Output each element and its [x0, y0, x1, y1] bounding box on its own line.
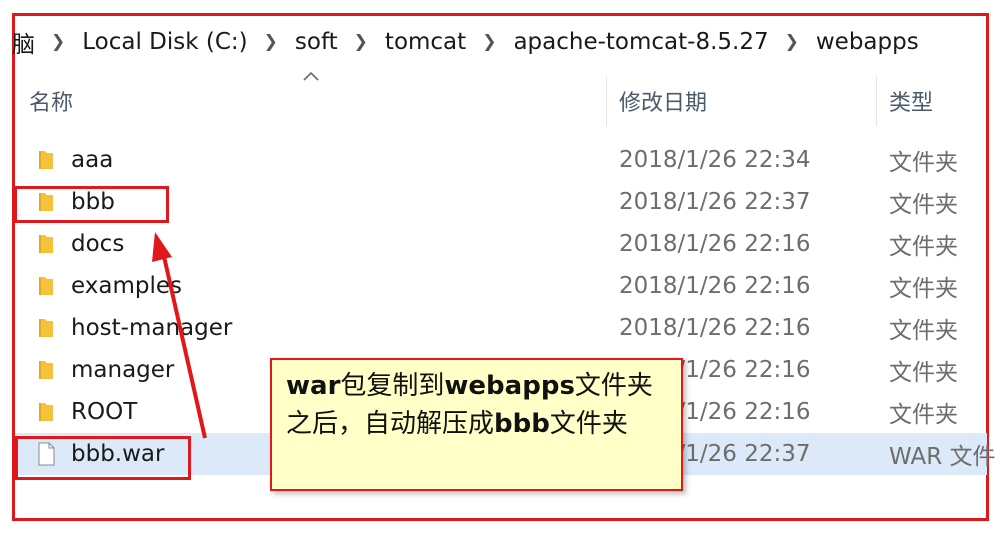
breadcrumb-item-tomcat[interactable]: tomcat	[383, 29, 468, 55]
breadcrumb: 脑 ❯ Local Disk (C:) ❯ soft ❯ tomcat ❯ ap…	[10, 22, 921, 62]
column-divider[interactable]	[606, 76, 607, 126]
column-divider[interactable]	[876, 76, 877, 126]
callout-text-segment: 包复制到	[340, 371, 445, 401]
callout-text-segment: webapps	[444, 371, 575, 401]
breadcrumb-item-this-pc[interactable]: 脑	[10, 25, 37, 59]
breadcrumb-item-webapps[interactable]: webapps	[814, 29, 921, 55]
highlight-box-bbb	[14, 186, 169, 223]
file-row[interactable]: docs 2018/1/26 22:16 文件夹	[15, 223, 987, 265]
folder-icon	[35, 358, 57, 382]
file-modified: 2018/1/26 22:16	[619, 315, 811, 341]
callout-text-segment: war	[286, 371, 341, 401]
file-modified: 2018/1/26 22:16	[619, 273, 811, 299]
annotation-callout: war包复制到webapps文件夹之后，自动解压成bbb文件夹	[270, 358, 683, 491]
folder-icon	[35, 316, 57, 340]
file-modified: 2018/1/26 22:34	[619, 147, 811, 173]
file-row[interactable]: aaa 2018/1/26 22:34 文件夹	[15, 139, 987, 181]
column-header-name[interactable]: 名称	[29, 76, 73, 126]
breadcrumb-item-apache-tomcat[interactable]: apache-tomcat-8.5.27	[511, 29, 770, 55]
file-name[interactable]: host-manager	[71, 307, 232, 349]
file-name[interactable]: examples	[71, 265, 182, 307]
file-name[interactable]: manager	[71, 349, 174, 391]
file-type: 文件夹	[889, 276, 958, 302]
file-name[interactable]: docs	[71, 223, 124, 265]
folder-icon	[35, 274, 57, 298]
chevron-right-icon[interactable]: ❯	[51, 32, 65, 52]
breadcrumb-item-local-disk[interactable]: Local Disk (C:)	[80, 29, 249, 55]
chevron-right-icon[interactable]: ❯	[482, 32, 496, 52]
file-type: 文件夹	[889, 360, 958, 386]
chevron-right-icon[interactable]: ❯	[785, 32, 799, 52]
file-modified: 2018/1/26 22:16	[619, 231, 811, 257]
file-name[interactable]: ROOT	[71, 391, 137, 433]
file-type: 文件夹	[889, 402, 958, 428]
callout-text-segment: 文件夹	[549, 409, 628, 439]
file-type: 文件夹	[889, 192, 958, 218]
folder-icon	[35, 148, 57, 172]
callout-text-segment: bbb	[494, 409, 550, 439]
file-type: 文件夹	[889, 318, 958, 344]
column-header-modified[interactable]: 修改日期	[619, 76, 707, 126]
column-header-row: 名称 修改日期 类型	[15, 76, 987, 126]
file-type: WAR 文件	[889, 444, 996, 470]
column-header-type[interactable]: 类型	[889, 76, 933, 126]
breadcrumb-item-soft[interactable]: soft	[293, 29, 340, 55]
file-row[interactable]: host-manager 2018/1/26 22:16 文件夹	[15, 307, 987, 349]
chevron-right-icon[interactable]: ❯	[354, 32, 368, 52]
highlight-box-bbb-war	[15, 436, 191, 480]
folder-icon	[35, 232, 57, 256]
file-modified: 2018/1/26 22:37	[619, 189, 811, 215]
file-name[interactable]: aaa	[71, 139, 113, 181]
folder-icon	[35, 400, 57, 424]
chevron-right-icon[interactable]: ❯	[264, 32, 278, 52]
file-type: 文件夹	[889, 234, 958, 260]
file-type: 文件夹	[889, 150, 958, 176]
file-row[interactable]: examples 2018/1/26 22:16 文件夹	[15, 265, 987, 307]
